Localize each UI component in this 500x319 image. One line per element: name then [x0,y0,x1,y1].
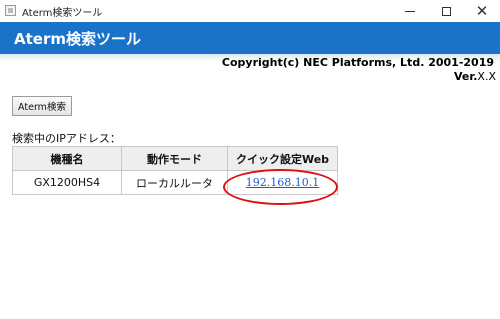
column-header-mode: 動作モード [121,146,228,171]
cell-model: GX1200HS4 [12,170,122,195]
searching-ip-label: 検索中のIPアドレス： [12,132,121,145]
cell-quick-setup-web: 192.168.10.1 [227,170,338,195]
app-header: Aterm検索ツール [0,22,500,54]
copyright-text: Copyright(c) NEC Platforms, Ltd. 2001-20… [221,56,494,69]
version-label: Ver. [454,70,478,83]
table-row: GX1200HS4 ローカルルータ 192.168.10.1 [12,170,338,195]
app-window-icon [5,5,16,16]
version-text: Ver.X.X [454,70,496,83]
window-titlebar: Aterm検索ツール ✕ [0,0,500,23]
cell-mode: ローカルルータ [121,170,228,195]
minimize-icon [405,10,415,12]
app-header-title: Aterm検索ツール [14,30,141,48]
column-header-model: 機種名 [12,146,122,171]
window-title: Aterm検索ツール [22,8,103,19]
column-header-quick-setup-web: クイック設定Web [227,146,338,171]
table-header-row: 機種名 動作モード クイック設定Web [12,146,338,171]
minimize-button[interactable] [392,0,428,22]
maximize-button[interactable] [428,0,464,22]
quick-setup-web-link[interactable]: 192.168.10.1 [246,176,319,189]
version-value: X.X [477,70,496,83]
close-button[interactable]: ✕ [464,0,500,22]
maximize-icon [441,6,451,16]
results-table: 機種名 動作モード クイック設定Web GX1200HS4 ローカルルータ 19… [12,146,338,195]
aterm-search-button[interactable]: Aterm検索 [12,96,72,116]
close-icon: ✕ [475,2,489,20]
